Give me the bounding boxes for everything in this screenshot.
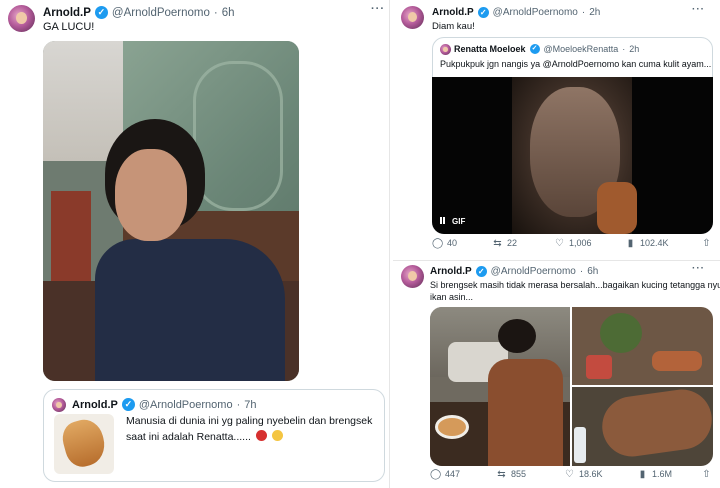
share-button[interactable]: ⇧: [701, 469, 712, 480]
tweet-photo[interactable]: [43, 41, 299, 381]
tweet-time[interactable]: 6h: [222, 7, 235, 19]
quoted-header: Renatta Moeloek ✓ @MoeloekRenatta · 2h: [454, 44, 640, 54]
retweet-button[interactable]: ⇆ 22: [492, 238, 517, 249]
smile-emoji-icon: [271, 430, 283, 441]
reply-icon: ◯: [432, 237, 444, 249]
like-button[interactable]: ♡ 18.6K: [564, 469, 603, 480]
avatar[interactable]: [401, 265, 424, 288]
author-handle[interactable]: @ArnoldPoernomo: [112, 7, 210, 19]
retweet-icon: ⇆: [493, 237, 502, 249]
share-button[interactable]: ⇧: [701, 238, 712, 249]
author-name[interactable]: Arnold.P: [43, 7, 91, 19]
tweet-photo[interactable]: [572, 387, 713, 466]
like-button[interactable]: ♡ 1,006: [554, 238, 592, 249]
reply-button[interactable]: ◯ 447: [430, 469, 460, 480]
pause-icon[interactable]: [440, 217, 446, 226]
angry-emoji-icon: [255, 430, 267, 441]
more-options-icon[interactable]: ···: [371, 3, 385, 15]
verified-badge-icon: ✓: [121, 398, 135, 411]
tweet-photo[interactable]: [572, 307, 713, 385]
views-button[interactable]: ▮ 102.4K: [625, 238, 669, 249]
quoted-thumbnail: [54, 414, 114, 474]
tweet-text: Diam kau!: [432, 21, 475, 32]
more-options-icon[interactable]: ···: [692, 4, 705, 15]
tweet-header: Arnold.P ✓ @ArnoldPoernomo · 2h: [432, 7, 601, 18]
reply-button[interactable]: ◯ 40: [432, 238, 457, 249]
retweet-button[interactable]: ⇆ 855: [496, 469, 526, 480]
more-options-icon[interactable]: ···: [692, 263, 705, 274]
quoted-header: Arnold.P ✓ @ArnoldPoernomo · 7h: [72, 398, 257, 411]
like-icon: ♡: [555, 237, 564, 249]
verified-badge-icon: ✓: [477, 7, 489, 18]
avatar: [440, 44, 451, 55]
gif-badge: GIF: [452, 217, 466, 226]
views-button[interactable]: ▮ 1.6M: [637, 469, 672, 480]
share-icon: ⇧: [702, 468, 711, 480]
quoted-text: Pukpukpuk jgn nangis ya @ArnoldPoernomo …: [440, 59, 712, 69]
verified-badge-icon: ✓: [94, 6, 108, 19]
quoted-text-line2: saat ini adalah Renatta......: [126, 430, 283, 443]
avatar[interactable]: [8, 5, 35, 32]
tweet-text-line2: ikan asin...: [430, 292, 474, 302]
like-icon: ♡: [565, 468, 574, 480]
views-icon: ▮: [639, 468, 646, 480]
gif-media[interactable]: [432, 77, 713, 234]
tweet-text: GA LUCU!: [43, 21, 95, 33]
avatar[interactable]: [401, 6, 424, 29]
avatar: [52, 398, 66, 412]
retweet-icon: ⇆: [497, 468, 506, 480]
quoted-text-line1: Manusia di dunia ini yg paling nyebelin …: [126, 415, 373, 427]
tweet-photo[interactable]: [430, 307, 570, 466]
quoted-tweet[interactable]: Arnold.P ✓ @ArnoldPoernomo · 7h Manusia …: [43, 389, 385, 482]
share-icon: ⇧: [702, 237, 711, 249]
reply-icon: ◯: [430, 468, 442, 480]
tweet-header: Arnold.P ✓ @ArnoldPoernomo · 6h: [43, 6, 235, 19]
gif-controls[interactable]: GIF: [440, 217, 465, 226]
tweet-header: Arnold.P ✓ @ArnoldPoernomo · 6h: [430, 266, 599, 277]
verified-badge-icon: ✓: [529, 44, 540, 54]
column-divider: [389, 0, 390, 488]
verified-badge-icon: ✓: [475, 266, 487, 277]
tweet-text-line1: Si brengsek masih tidak merasa bersalah.…: [430, 280, 720, 290]
views-icon: ▮: [627, 237, 634, 249]
tweet-divider: [393, 260, 720, 261]
